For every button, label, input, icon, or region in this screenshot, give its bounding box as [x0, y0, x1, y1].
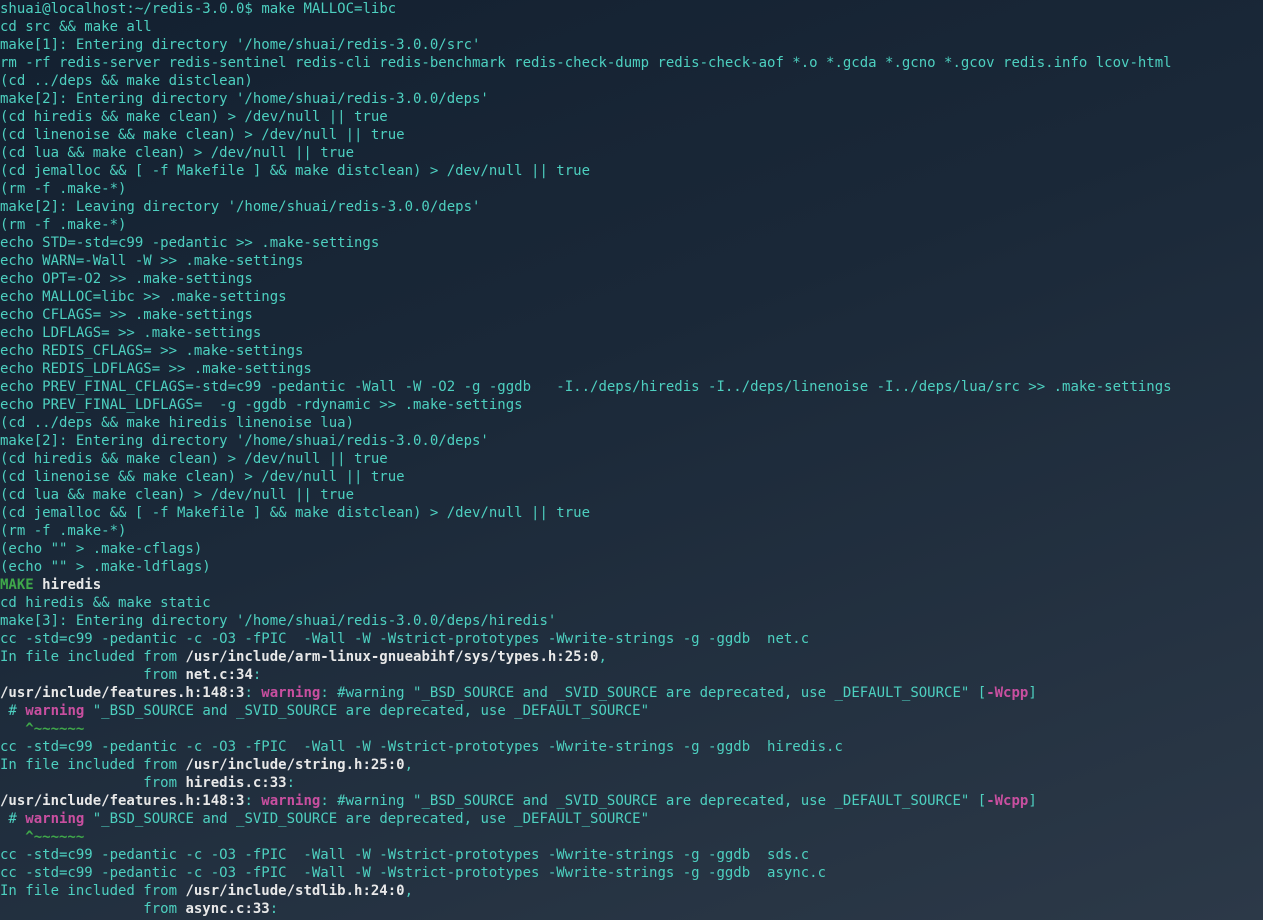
file-location: async.c:33 [185, 901, 269, 917]
hash: # [0, 811, 25, 827]
warning-label: warning [25, 703, 84, 719]
output-line: (cd linenoise && make clean) > /dev/null… [0, 469, 405, 485]
file-location: net.c:34 [185, 667, 252, 683]
output-line: cc -std=c99 -pedantic -c -O3 -fPIC -Wall… [0, 847, 809, 863]
punct: : [320, 793, 337, 809]
file-location: /usr/include/features.h:148:3 [0, 793, 244, 809]
output-line: echo STD=-std=c99 -pedantic >> .make-set… [0, 235, 379, 251]
file-location: /usr/include/string.h:25:0 [185, 757, 404, 773]
include-note: In file included from [0, 757, 185, 773]
file-location: /usr/include/arm-linux-gnueabihf/sys/typ… [185, 649, 598, 665]
output-line: cc -std=c99 -pedantic -c -O3 -fPIC -Wall… [0, 865, 826, 881]
output-line: echo REDIS_CFLAGS= >> .make-settings [0, 343, 303, 359]
warning-message: "_BSD_SOURCE and _SVID_SOURCE are deprec… [84, 811, 649, 827]
output-line: echo OPT=-O2 >> .make-settings [0, 271, 253, 287]
output-line: (cd jemalloc && [ -f Makefile ] && make … [0, 163, 590, 179]
output-line: (echo "" > .make-cflags) [0, 541, 202, 557]
warning-label: warning [261, 793, 320, 809]
warning-message: "_BSD_SOURCE and _SVID_SOURCE are deprec… [84, 703, 649, 719]
include-note: In file included from [0, 649, 185, 665]
output-line: (echo "" > .make-ldflags) [0, 559, 211, 575]
warning-message: #warning "_BSD_SOURCE and _SVID_SOURCE a… [337, 793, 986, 809]
output-line: cd hiredis && make static [0, 595, 211, 611]
output-line: (cd lua && make clean) > /dev/null || tr… [0, 145, 354, 161]
file-location: /usr/include/features.h:148:3 [0, 685, 244, 701]
warning-flag: -Wcpp [986, 793, 1028, 809]
output-line: cd src && make all [0, 19, 152, 35]
make-target: hiredis [42, 577, 101, 593]
include-note: from [0, 667, 185, 683]
file-location: /usr/include/stdlib.h:24:0 [185, 883, 404, 899]
output-line: make[2]: Entering directory '/home/shuai… [0, 433, 489, 449]
make-label: MAKE [0, 577, 34, 593]
warning-label: warning [25, 811, 84, 827]
punct: , [405, 883, 413, 899]
output-line: (cd jemalloc && [ -f Makefile ] && make … [0, 505, 590, 521]
output-line: echo LDFLAGS= >> .make-settings [0, 325, 261, 341]
include-note: from [0, 775, 185, 791]
punct: ] [1028, 793, 1036, 809]
output-line: (rm -f .make-*) [0, 217, 126, 233]
output-line: cc -std=c99 -pedantic -c -O3 -fPIC -Wall… [0, 739, 843, 755]
output-line: echo MALLOC=libc >> .make-settings [0, 289, 287, 305]
output-line: echo CFLAGS= >> .make-settings [0, 307, 253, 323]
include-note: In file included from [0, 883, 185, 899]
output-line: make[2]: Leaving directory '/home/shuai/… [0, 199, 480, 215]
output-line: (cd linenoise && make clean) > /dev/null… [0, 127, 405, 143]
terminal-output[interactable]: shuai@localhost:~/redis-3.0.0$ make MALL… [0, 0, 1263, 918]
caret-marker: ^~~~~~~ [0, 721, 84, 737]
output-line: echo WARN=-Wall -W >> .make-settings [0, 253, 303, 269]
output-line: make[3]: Entering directory '/home/shuai… [0, 613, 556, 629]
output-line: make[1]: Entering directory '/home/shuai… [0, 37, 480, 53]
output-line: rm -rf redis-server redis-sentinel redis… [0, 55, 1172, 71]
output-line: cc -std=c99 -pedantic -c -O3 -fPIC -Wall… [0, 631, 809, 647]
warning-message: #warning "_BSD_SOURCE and _SVID_SOURCE a… [337, 685, 986, 701]
output-line: echo PREV_FINAL_LDFLAGS= -g -ggdb -rdyna… [0, 397, 523, 413]
include-note: from [0, 901, 185, 917]
punct: : [287, 775, 295, 791]
output-line: make[2]: Entering directory '/home/shuai… [0, 91, 489, 107]
punct: : [270, 901, 278, 917]
warning-label: warning [261, 685, 320, 701]
punct: , [405, 757, 413, 773]
punct: , [598, 649, 606, 665]
file-location: hiredis.c:33 [185, 775, 286, 791]
output-line: (cd hiredis && make clean) > /dev/null |… [0, 451, 388, 467]
output-line: echo REDIS_LDFLAGS= >> .make-settings [0, 361, 312, 377]
punct: : [244, 793, 261, 809]
punct: : [320, 685, 337, 701]
output-line: (rm -f .make-*) [0, 523, 126, 539]
punct: : [253, 667, 261, 683]
shell-command: make MALLOC=libc [261, 1, 396, 17]
punct: ] [1028, 685, 1036, 701]
output-line: (cd hiredis && make clean) > /dev/null |… [0, 109, 388, 125]
warning-flag: -Wcpp [986, 685, 1028, 701]
caret-marker: ^~~~~~~ [0, 829, 84, 845]
output-line: (cd ../deps && make distclean) [0, 73, 253, 89]
punct: : [244, 685, 261, 701]
output-line: echo PREV_FINAL_CFLAGS=-std=c99 -pedanti… [0, 379, 1172, 395]
output-line: (cd lua && make clean) > /dev/null || tr… [0, 487, 354, 503]
hash: # [0, 703, 25, 719]
shell-prompt: shuai@localhost:~/redis-3.0.0$ [0, 1, 261, 17]
output-line: (cd ../deps && make hiredis linenoise lu… [0, 415, 354, 431]
output-line: (rm -f .make-*) [0, 181, 126, 197]
